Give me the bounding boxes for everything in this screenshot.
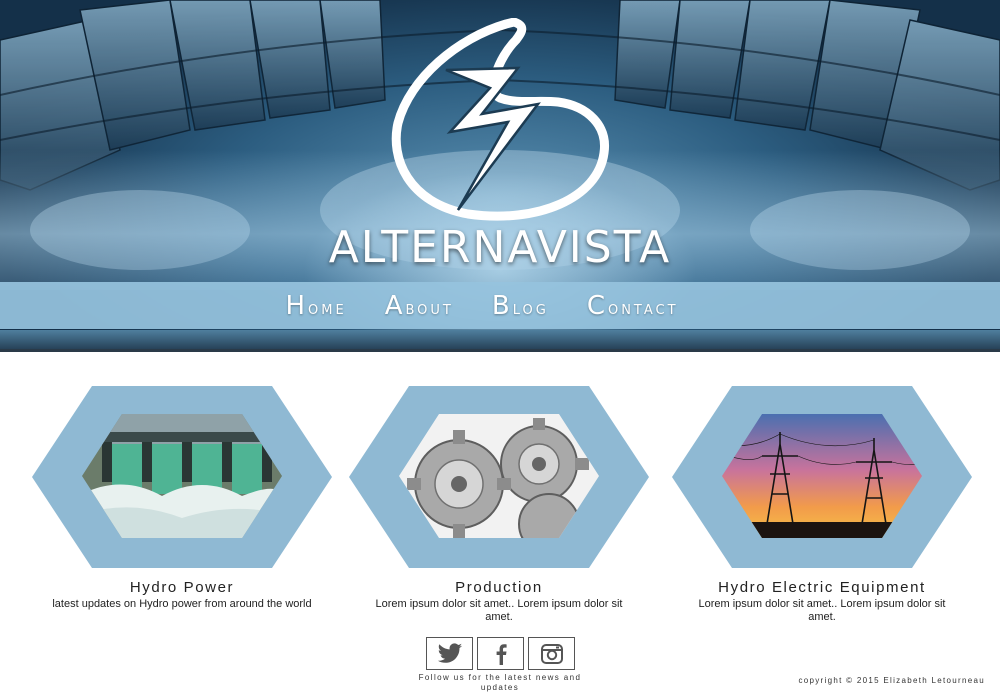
card-description: Lorem ipsum dolor sit amet.. Lorem ipsum… <box>698 598 946 623</box>
twitter-button[interactable] <box>426 637 473 670</box>
follow-text: Follow us for the latest news and update… <box>418 673 582 692</box>
nav-about[interactable]: About <box>385 291 454 321</box>
card-hydro-power[interactable]: Hydro Power latest updates on Hydro powe… <box>32 386 332 611</box>
hero-banner: ALTERNAVISTA Home About Blog Contact <box>0 0 1000 352</box>
power-lines-sunset-image[interactable] <box>722 414 922 538</box>
card-production[interactable]: Production Lorem ipsum dolor sit amet.. … <box>349 386 649 624</box>
nav-blog[interactable]: Blog <box>492 291 549 321</box>
facebook-icon <box>496 643 507 665</box>
copyright-text: copyright © 2015 Elizabeth Letourneau <box>798 676 985 685</box>
main-nav: Home About Blog Contact <box>0 282 1000 329</box>
facebook-button[interactable] <box>477 637 524 670</box>
card-description: Lorem ipsum dolor sit amet.. Lorem ipsum… <box>375 598 623 623</box>
hex-frame <box>672 386 972 568</box>
banner-bottom-strip <box>0 330 1000 349</box>
hex-frame <box>349 386 649 568</box>
nav-home[interactable]: Home <box>285 291 346 321</box>
card-title: Hydro Electric Equipment <box>718 579 926 596</box>
brand-name: ALTERNAVISTA <box>328 222 672 273</box>
instagram-button[interactable] <box>528 637 575 670</box>
social-links <box>426 637 575 670</box>
hex-frame <box>32 386 332 568</box>
twitter-icon <box>437 642 462 663</box>
lightning-swirl-logo-icon <box>391 18 609 221</box>
card-description: latest updates on Hydro power from aroun… <box>52 598 312 610</box>
instagram-icon <box>540 643 563 664</box>
card-hydro-electric-equipment[interactable]: Hydro Electric Equipment Lorem ipsum dol… <box>672 386 972 624</box>
metal-gears-image[interactable] <box>399 414 599 538</box>
card-title: Hydro Power <box>129 579 235 596</box>
nav-contact[interactable]: Contact <box>587 291 679 321</box>
dam-spillway-image[interactable] <box>82 414 282 538</box>
card-title: Production <box>455 579 543 596</box>
